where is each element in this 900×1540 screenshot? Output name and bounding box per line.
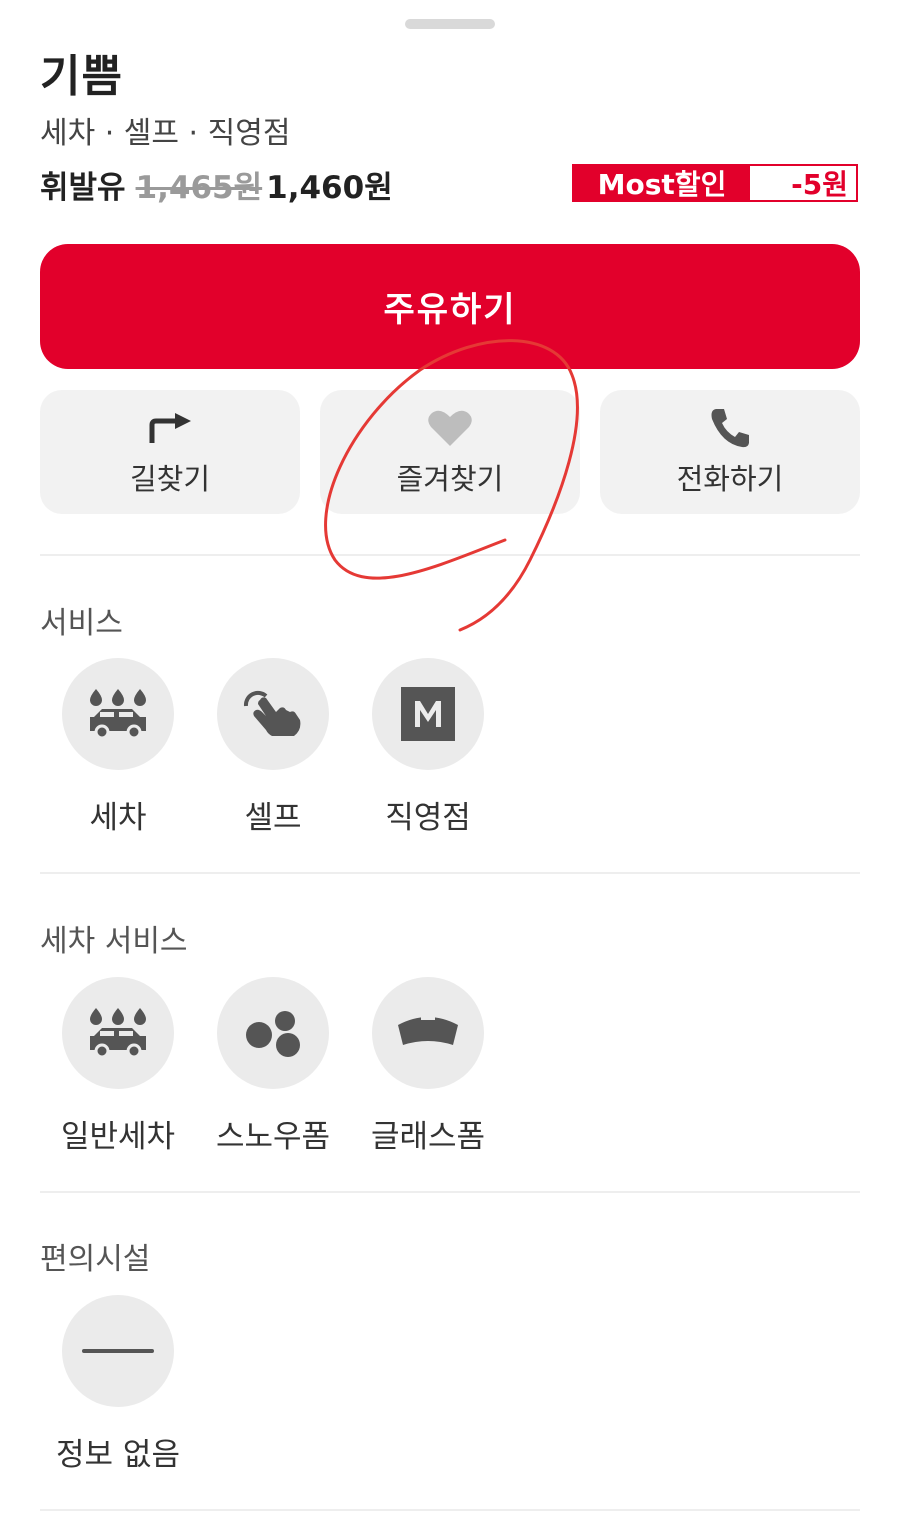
new-price: 1,460원 <box>266 169 393 206</box>
service-self: 셀프 <box>208 658 338 837</box>
amenities-title: 편의시설 <box>40 1242 151 1277</box>
call-button[interactable]: 전화하기 <box>600 390 860 514</box>
services-title: 서비스 <box>40 606 123 641</box>
heart-icon <box>427 406 473 450</box>
divider <box>40 872 860 874</box>
windshield-icon <box>372 977 484 1089</box>
touch-hand-icon <box>217 658 329 770</box>
station-tags: 세차 · 셀프 · 직영점 <box>40 116 291 151</box>
carwash-service-glassfoam: 글래스폼 <box>363 977 493 1156</box>
service-direct-store: 직영점 <box>363 658 493 837</box>
bubbles-icon <box>217 977 329 1089</box>
divider <box>40 554 860 556</box>
fuel-type: 휘발유 <box>40 169 126 206</box>
divider <box>40 1509 860 1511</box>
service-car-wash: 세차 <box>53 658 183 837</box>
refuel-button[interactable]: 주유하기 <box>40 244 860 369</box>
car-wash-icon <box>62 658 174 770</box>
discount-badge-label: Most할인 <box>574 166 750 201</box>
directions-button[interactable]: 길찾기 <box>40 390 300 514</box>
carwash-service-label: 스노우폼 <box>215 1119 331 1155</box>
favorite-button[interactable]: 즐겨찾기 <box>320 390 580 514</box>
carwash-services-title: 세차 서비스 <box>40 924 188 959</box>
station-name: 기쁨 <box>40 51 123 102</box>
carwash-service-label: 일반세차 <box>60 1119 176 1155</box>
car-wash-icon <box>62 977 174 1089</box>
carwash-service-label: 글래스폼 <box>370 1119 486 1155</box>
amenity-none: 정보 없음 <box>53 1295 183 1474</box>
amenity-label: 정보 없음 <box>56 1437 180 1473</box>
directions-label: 길찾기 <box>129 462 211 496</box>
carwash-service-general: 일반세차 <box>53 977 183 1156</box>
dash-icon <box>62 1295 174 1407</box>
service-label: 직영점 <box>385 800 471 836</box>
call-label: 전화하기 <box>676 462 784 496</box>
divider <box>40 1191 860 1193</box>
discount-badge: Most할인 -5원 <box>572 164 858 202</box>
favorite-label: 즐겨찾기 <box>396 462 504 496</box>
service-label: 세차 <box>89 800 147 836</box>
old-price: 1,465원 <box>135 169 263 206</box>
phone-icon <box>708 406 752 450</box>
drag-handle[interactable] <box>405 19 495 29</box>
service-label: 셀프 <box>244 800 302 836</box>
turn-right-arrow-icon <box>147 406 193 450</box>
discount-badge-value: -5원 <box>750 166 856 201</box>
carwash-service-snowfoam: 스노우폼 <box>208 977 338 1156</box>
price-row: 휘발유 1,465원 1,460원 <box>40 162 393 206</box>
m-logo-icon <box>372 658 484 770</box>
